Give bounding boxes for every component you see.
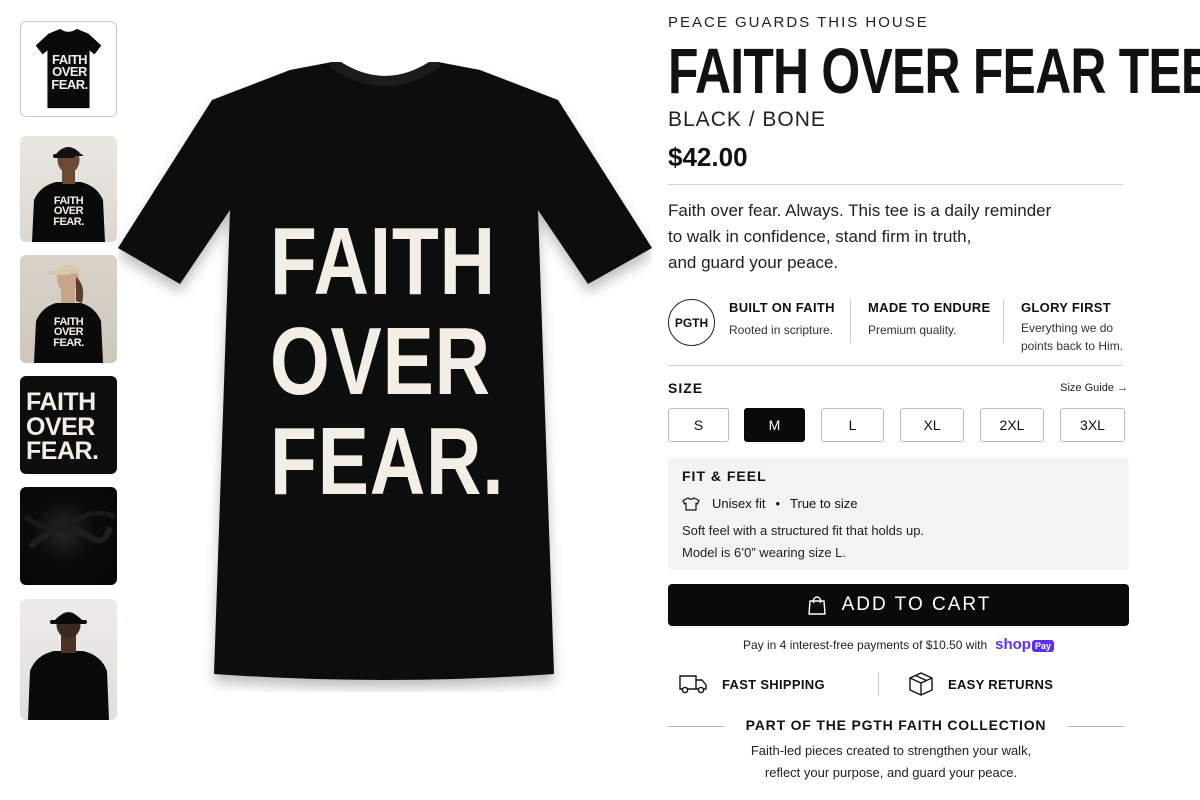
product-title: FAITH OVER FEAR TEE	[668, 35, 1200, 107]
collection-banner: PART OF THE PGTH FAITH COLLECTION	[668, 716, 1124, 736]
thumbnail-model-beige-cap[interactable]: FAITH OVER FEAR.	[20, 255, 117, 363]
thumbnail-back-view[interactable]	[20, 599, 117, 720]
shop-brand: shop	[995, 636, 1031, 653]
divider	[1003, 299, 1004, 343]
value-built-on-faith: BUILT ON FAITH Rooted in scripture.	[729, 300, 835, 339]
perk-fast-shipping[interactable]: FAST SHIPPING	[678, 668, 825, 700]
divider	[850, 299, 851, 343]
divider	[878, 672, 879, 696]
installments-info: Pay in 4 interest-free payments of $10.5…	[668, 636, 1129, 653]
perk-easy-returns[interactable]: EASY RETURNS	[908, 668, 1053, 700]
thumbnail-model-cap[interactable]: FAITH OVER FEAR.	[20, 136, 117, 242]
tee-graphic-text: FAITH OVER FEAR.	[270, 208, 505, 515]
perk-label: EASY RETURNS	[948, 676, 1054, 692]
thumbnail-fabric-closeup[interactable]	[20, 487, 117, 585]
collection-description: Faith-led pieces created to strengthen y…	[668, 740, 1114, 784]
size-label: SIZE	[668, 380, 704, 396]
value-title: MADE TO ENDURE	[868, 300, 991, 315]
graphic-line: OVER	[270, 308, 491, 415]
shop-pay-tag: Pay	[1031, 640, 1054, 652]
graphic-line: FAITH	[270, 208, 496, 315]
fit-heading: FIT & FEEL	[682, 468, 767, 484]
brand-values: PGTH BUILT ON FAITH Rooted in scripture.…	[668, 296, 1130, 356]
description-line: and guard your peace.	[668, 253, 839, 272]
collection-line: Faith-led pieces created to strengthen y…	[750, 743, 1032, 758]
collection-heading: PART OF THE PGTH FAITH COLLECTION	[745, 717, 1047, 733]
add-to-cart-button[interactable]: ADD TO CART	[668, 584, 1129, 626]
add-to-cart-label: ADD TO CART	[841, 594, 992, 615]
size-option-l[interactable]: L	[821, 408, 884, 442]
divider	[1068, 726, 1124, 727]
value-sub: Premium quality.	[868, 323, 957, 337]
product-price: $42.00	[668, 142, 748, 172]
size-option-s[interactable]: S	[668, 408, 729, 442]
main-product-image: FAITH OVER FEAR.	[118, 62, 652, 692]
graphic-line: FEAR.	[270, 408, 505, 515]
box-icon	[909, 672, 933, 696]
description-line: to walk in confidence, stand firm in tru…	[668, 227, 972, 246]
value-sub: Rooted in scripture.	[729, 323, 834, 337]
collection-line: reflect your purpose, and guard your pea…	[764, 765, 1018, 780]
shop-pay-logo[interactable]: shop Pay	[995, 636, 1054, 653]
shopping-bag-icon	[807, 596, 826, 615]
fit-sizing: True to size	[790, 496, 858, 511]
value-sub-line: Everything we do	[1021, 321, 1114, 335]
perk-label: FAST SHIPPING	[722, 676, 825, 692]
value-title: BUILT ON FAITH	[729, 300, 835, 315]
thumb-text-line: FAITH	[26, 388, 96, 416]
fit-summary: Unisex fit • True to size	[682, 496, 857, 511]
divider	[668, 184, 1123, 185]
thumb-text-line: FEAR.	[53, 215, 84, 228]
thumbnail-flat-tee[interactable]: FAITH OVER FEAR.	[20, 21, 117, 117]
size-option-2xl[interactable]: 2XL	[980, 408, 1044, 442]
pgth-badge: PGTH	[668, 299, 715, 346]
value-title: GLORY FIRST	[1021, 300, 1111, 315]
fit-type: Unisex fit	[712, 496, 766, 511]
model-back-figure	[28, 612, 109, 720]
installments-text: Pay in 4 interest-free payments of $10.5…	[743, 637, 988, 652]
size-selector: S M L XL 2XL 3XL	[668, 408, 1130, 442]
value-sub: Everything we do points back to Him.	[1021, 319, 1123, 355]
thumb-text-line: FEAR.	[53, 336, 84, 349]
divider	[668, 365, 1123, 366]
fabric-swirl	[23, 510, 117, 550]
size-guide-link[interactable]: Size Guide →	[1060, 382, 1128, 394]
size-option-3xl[interactable]: 3XL	[1060, 408, 1125, 442]
truck-icon	[679, 675, 707, 694]
thumbnail-print-closeup[interactable]: FAITH OVER FEAR.	[20, 376, 117, 474]
product-description: Faith over fear. Always. This tee is a d…	[668, 198, 1118, 276]
thumb-text-line: OVER	[26, 412, 95, 441]
size-option-m[interactable]: M	[744, 408, 805, 442]
description-line: Faith over fear. Always. This tee is a d…	[668, 201, 1052, 220]
fit-and-feel-panel: FIT & FEEL Unisex fit • True to size Sof…	[668, 458, 1129, 570]
tshirt-icon	[682, 496, 700, 511]
value-glory-first: GLORY FIRST Everything we do points back…	[1021, 300, 1123, 355]
size-option-xl[interactable]: XL	[900, 408, 964, 442]
model-info: Model is 6’0” wearing size L.	[682, 545, 847, 560]
bullet-separator: •	[775, 496, 781, 511]
brand-name: PEACE GUARDS THIS HOUSE	[668, 14, 929, 31]
product-variant: BLACK / BONE	[668, 108, 826, 131]
value-made-to-endure: MADE TO ENDURE Premium quality.	[868, 300, 990, 339]
thumb-text-line: FEAR.	[51, 76, 88, 92]
value-sub-line: points back to Him.	[1021, 339, 1124, 353]
fit-detail: Soft feel with a structured fit that hol…	[682, 523, 925, 538]
perks-row: FAST SHIPPING EASY RETURNS	[668, 668, 1129, 700]
thumb-text-line: FEAR.	[26, 437, 99, 465]
